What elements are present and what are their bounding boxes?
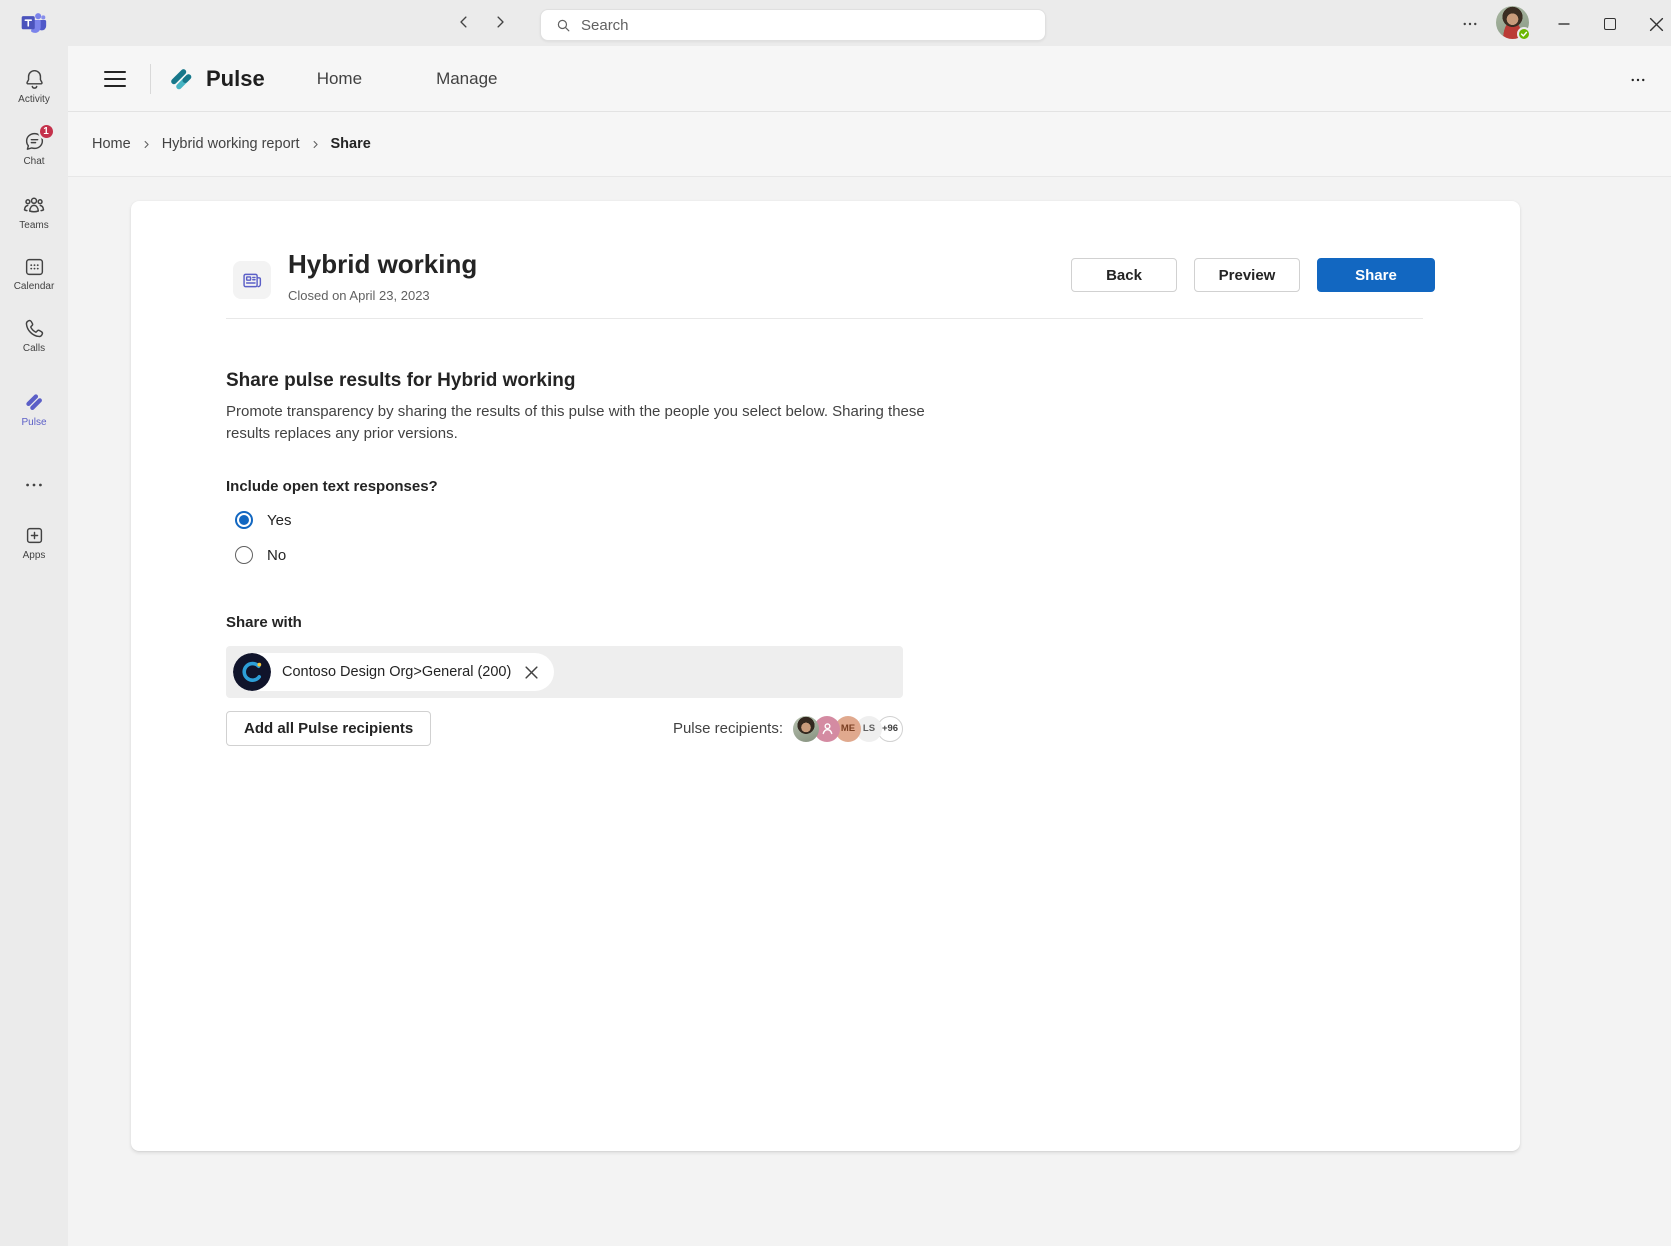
tab-manage[interactable]: Manage	[436, 69, 497, 89]
report-title: Hybrid working	[288, 249, 477, 280]
breadcrumb-current: Share	[331, 136, 371, 152]
card-divider	[226, 318, 1423, 319]
nav-forward-button[interactable]	[488, 10, 512, 34]
report-icon-box	[233, 261, 271, 299]
sidebar-item-label: Activity	[18, 94, 50, 105]
close-button[interactable]	[1643, 11, 1669, 37]
sidebar-item-label: Teams	[19, 220, 48, 231]
sidebar-item-calendar[interactable]: Calendar	[0, 255, 68, 292]
recipients-actions-row: Add all Pulse recipients Pulse recipient…	[226, 711, 903, 746]
content-area: Hybrid working Closed on April 23, 2023 …	[68, 177, 1671, 1246]
add-all-recipients-button[interactable]: Add all Pulse recipients	[226, 711, 431, 746]
main-region: Pulse Home Manage Home Hybrid working re…	[68, 46, 1671, 1246]
radio-option-yes[interactable]: Yes	[235, 511, 291, 529]
newspaper-icon	[241, 269, 264, 292]
recipient-photo-avatar	[793, 716, 819, 742]
breadcrumb-home[interactable]: Home	[92, 136, 131, 152]
share-card: Hybrid working Closed on April 23, 2023 …	[131, 201, 1520, 1151]
report-status: Closed on April 23, 2023	[288, 288, 430, 303]
app-more-button[interactable]	[1625, 70, 1651, 90]
hamburger-menu-button[interactable]	[104, 71, 126, 87]
header-divider	[150, 64, 151, 94]
back-button[interactable]: Back	[1071, 258, 1177, 292]
sidebar-item-chat[interactable]: 1 Chat	[0, 130, 68, 167]
sidebar-item-label: Calendar	[14, 281, 55, 292]
chat-bubble-icon: 1	[23, 130, 46, 153]
titlebar-more-button[interactable]	[1458, 12, 1482, 36]
maximize-icon	[1604, 18, 1616, 30]
maximize-button[interactable]	[1597, 11, 1623, 37]
sidebar-item-teams[interactable]: Teams	[0, 193, 68, 231]
history-navigation	[452, 10, 512, 34]
share-button[interactable]: Share	[1317, 258, 1435, 292]
sidebar-item-calls[interactable]: Calls	[0, 317, 68, 354]
sidebar-item-more-apps[interactable]	[0, 474, 68, 496]
section-heading: Share pulse results for Hybrid working	[226, 370, 575, 392]
breadcrumb-separator-icon	[141, 139, 152, 150]
sidebar-item-label: Pulse	[21, 417, 46, 428]
open-text-question: Include open text responses?	[226, 478, 438, 495]
radio-option-no[interactable]: No	[235, 546, 286, 564]
teams-people-icon	[22, 193, 46, 217]
sidebar-item-pulse[interactable]: Pulse	[0, 390, 68, 428]
pulse-logo-icon	[166, 64, 196, 94]
contoso-org-avatar	[233, 653, 271, 691]
recipient-chip: Contoso Design Org>General (200)	[233, 653, 554, 691]
app-title: Pulse	[206, 66, 265, 92]
app-rail: Activity 1 Chat Teams	[0, 46, 68, 1246]
section-description: Promote transparency by sharing the resu…	[226, 401, 926, 445]
breadcrumb-report[interactable]: Hybrid working report	[162, 136, 300, 152]
calendar-icon	[23, 255, 46, 278]
activity-bell-icon	[23, 68, 46, 91]
sidebar-item-label: Chat	[23, 156, 44, 167]
pulse-app-header: Pulse Home Manage	[68, 46, 1671, 112]
sidebar-item-activity[interactable]: Activity	[0, 68, 68, 105]
apps-plus-icon	[23, 524, 46, 547]
preview-button[interactable]: Preview	[1194, 258, 1300, 292]
tab-home[interactable]: Home	[317, 69, 362, 89]
sidebar-item-label: Calls	[23, 343, 45, 354]
search-input[interactable]: Search	[540, 9, 1046, 41]
share-with-label: Share with	[226, 614, 302, 631]
pulse-app-icon	[22, 390, 46, 414]
phone-icon	[23, 317, 46, 340]
window-titlebar: Search	[0, 0, 1671, 46]
radio-label: No	[267, 547, 286, 564]
nav-back-button[interactable]	[452, 10, 476, 34]
recipient-picker-field[interactable]: Contoso Design Org>General (200)	[226, 646, 903, 698]
presence-available-icon	[1517, 27, 1531, 41]
radio-yes-selected[interactable]	[235, 511, 253, 529]
minimize-button[interactable]	[1551, 11, 1577, 37]
sidebar-item-label: Apps	[23, 550, 46, 561]
search-icon	[555, 17, 572, 34]
radio-no[interactable]	[235, 546, 253, 564]
radio-label: Yes	[267, 512, 291, 529]
pulse-recipients-label: Pulse recipients:	[673, 720, 783, 737]
teams-logo	[20, 9, 47, 36]
chat-unread-badge: 1	[38, 123, 55, 140]
breadcrumb-separator-icon	[310, 139, 321, 150]
more-horizontal-icon	[23, 474, 45, 496]
card-actions: Back Preview Share	[1071, 258, 1435, 292]
recipient-chip-label: Contoso Design Org>General (200)	[282, 664, 511, 680]
recipient-avatar-stack: ME LS +96	[793, 716, 903, 742]
user-avatar[interactable]	[1496, 6, 1529, 39]
sidebar-item-apps[interactable]: Apps	[0, 524, 68, 561]
breadcrumb: Home Hybrid working report Share	[68, 112, 1671, 177]
remove-recipient-button[interactable]	[522, 663, 541, 682]
search-placeholder: Search	[581, 17, 629, 34]
pulse-recipients-group: Pulse recipients: ME LS +96	[673, 716, 903, 742]
